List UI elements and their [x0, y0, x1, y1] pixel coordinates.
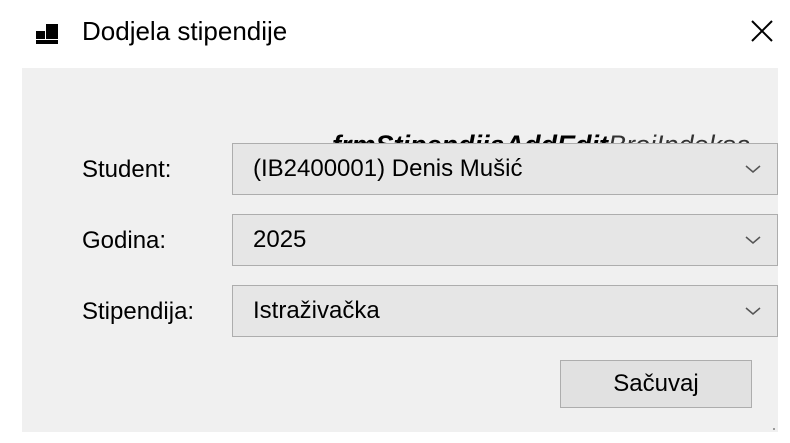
- chevron-down-icon: [745, 307, 761, 315]
- student-label: Student:: [82, 156, 172, 183]
- resize-grip-icon[interactable]: [768, 423, 776, 431]
- title-bar[interactable]: Dodjela stipendije: [0, 0, 790, 68]
- stipendija-combobox-value: Istraživačka: [253, 297, 380, 324]
- window-title: Dodjela stipendije: [82, 16, 288, 46]
- app-window-icon: [36, 24, 58, 44]
- godina-combobox-value: 2025: [253, 226, 307, 253]
- stipendija-label: Stipendija:: [82, 298, 195, 325]
- close-icon: [751, 20, 773, 42]
- godina-label: Godina:: [82, 227, 167, 254]
- chevron-down-icon: [745, 165, 761, 173]
- student-combobox-value: (IB2400001) Denis Mušić: [253, 155, 523, 182]
- close-button[interactable]: [735, 6, 787, 54]
- student-combobox[interactable]: (IB2400001) Denis Mušić: [232, 143, 778, 195]
- stipendija-combobox[interactable]: Istraživačka: [232, 285, 778, 337]
- save-button[interactable]: Sačuvaj: [560, 360, 752, 408]
- godina-combobox[interactable]: 2025: [232, 214, 778, 266]
- chevron-down-icon: [745, 236, 761, 244]
- dialog-window: Dodjela stipendije frmStipendijaAddEditB…: [0, 0, 790, 443]
